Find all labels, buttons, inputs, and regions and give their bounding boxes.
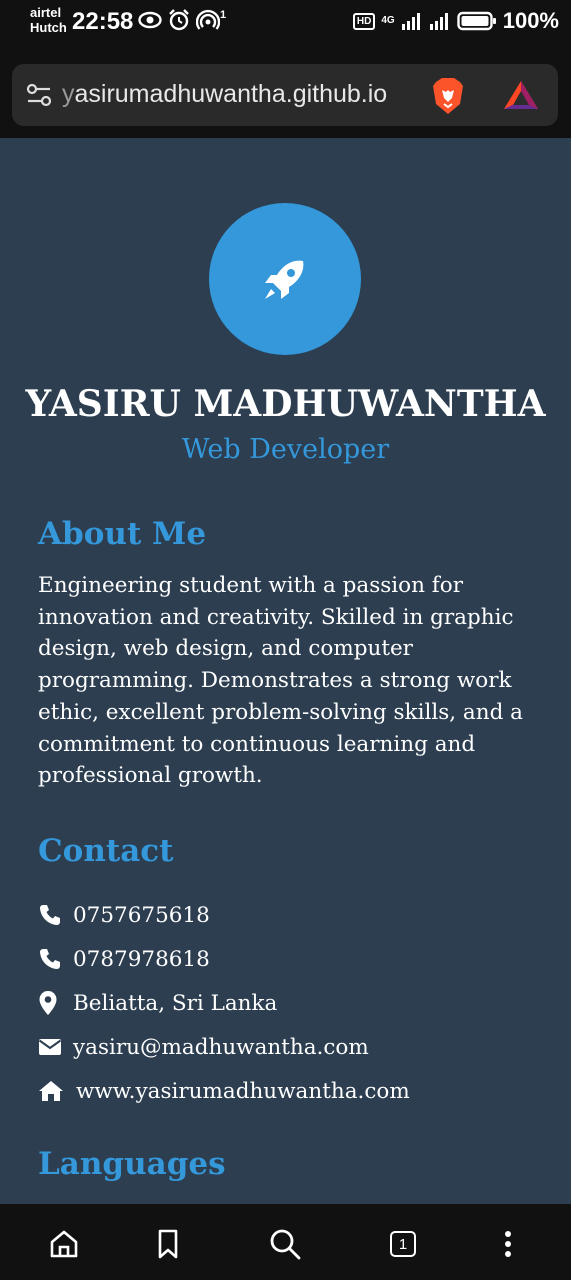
home-outline-icon [50,1230,78,1258]
network-type: 4G [381,16,394,26]
battery-percent: 100% [502,8,559,33]
about-text: Engineering student with a passion for i… [38,573,523,789]
contact-location-text: Beliatta, Sri Lanka [73,990,278,1016]
phone-icon [38,903,73,927]
hotspot-icon: 1 [196,9,226,31]
carrier-label: airtel Hutch [30,5,67,35]
bookmarks-button[interactable] [150,1226,186,1262]
contact-item-phone-1: 0757675618 [38,893,558,937]
contact-website-text[interactable]: www.yasirumadhuwantha.com [76,1079,410,1104]
network-label: 4G [381,15,395,26]
browser-bottom-nav: 1 [0,1204,571,1280]
status-icons-left: 1 [138,9,226,31]
status-icons-right: HD 4G 100% [352,8,559,34]
tab-count-badge: 1 [390,1231,416,1257]
contact-item-email: yasiru@madhuwantha.com [38,1025,558,1069]
browser-toolbar: yasirumadhuwantha.github.io [0,46,571,138]
alarm-icon [169,9,189,31]
contact-phone-1-text[interactable]: 0757675618 [73,903,210,928]
contact-list: 0757675618 0787978618 Beliatta, Sri Lank… [38,893,558,1113]
carrier-line-2: Hutch [30,20,67,35]
site-settings-icon[interactable] [26,82,52,113]
profile-name: YASIRU MADHUWANTHA [25,383,546,425]
menu-button[interactable] [490,1226,526,1262]
signal-icon [401,13,420,30]
page-content: YASIRU MADHUWANTHA Web Developer About M… [0,138,571,1204]
eye-icon [138,11,162,29]
avatar [209,203,361,355]
url-prefix: y [62,80,75,108]
url-text[interactable]: yasirumadhuwantha.github.io [62,80,424,109]
contact-item-phone-2: 0787978618 [38,937,558,981]
contact-item-website: www.yasirumadhuwantha.com [38,1069,558,1113]
contact-phone-2-text[interactable]: 0787978618 [73,947,210,972]
carrier-line-1: airtel [30,5,62,20]
battery-icon [457,11,496,31]
hd-badge: HD [352,12,376,30]
phone-icon [38,947,73,971]
address-bar[interactable]: yasirumadhuwantha.github.io [12,64,558,126]
contact-email-text[interactable]: yasiru@madhuwantha.com [73,1035,369,1060]
envelope-icon [38,1038,73,1056]
status-bar: airtel Hutch 22:58 1 HD 4G 100% [0,0,571,46]
brave-shields-icon[interactable] [430,76,466,121]
clock: 22:58 [72,8,134,35]
rocket-icon [265,260,304,299]
home-icon [38,1080,76,1102]
about-heading: About Me [38,516,207,552]
more-vertical-icon [505,1231,511,1257]
search-icon [270,1229,301,1260]
languages-heading: Languages [38,1146,226,1182]
brave-rewards-icon[interactable] [502,79,540,116]
home-button[interactable] [46,1226,82,1262]
hotspot-count: 1 [220,9,227,21]
bookmark-icon [158,1229,178,1259]
contact-item-location: Beliatta, Sri Lanka [38,981,558,1025]
tabs-button[interactable]: 1 [385,1226,421,1262]
signal-icon-2 [429,13,448,30]
contact-heading: Contact [38,833,174,869]
location-pin-icon [38,990,73,1016]
search-button[interactable] [267,1226,303,1262]
profile-role: Web Developer [181,434,390,465]
url-domain: asirumadhuwantha.github.io [74,80,388,108]
